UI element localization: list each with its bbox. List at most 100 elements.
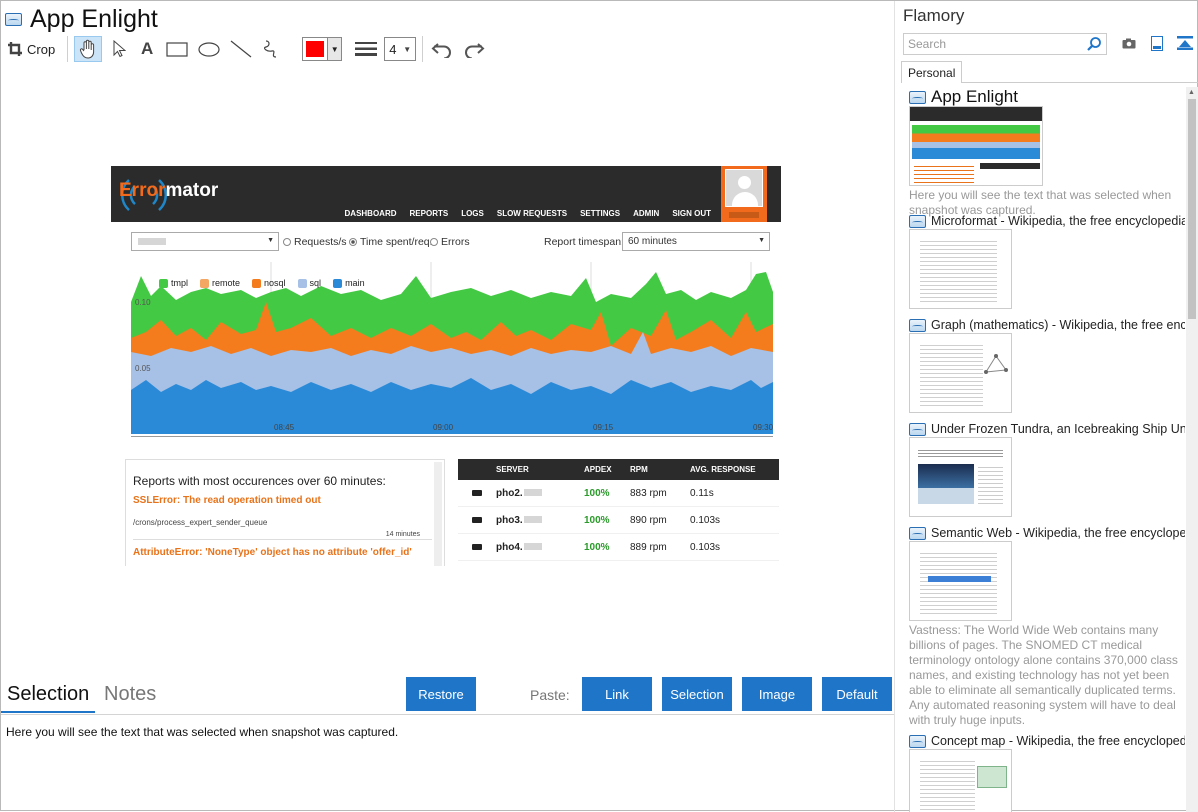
color-picker[interactable]: ▼ (302, 37, 343, 61)
freehand-tool-button[interactable] (260, 36, 282, 62)
snapshot-thumbnail (909, 333, 1012, 413)
crop-button[interactable]: Crop (7, 36, 59, 62)
crop-label: Crop (27, 41, 56, 57)
stroke-width-value: 4 (389, 41, 397, 57)
x-tick-0845: 08:45 (274, 423, 295, 432)
errormator-controls: ▼ Requests/s Time spent/req. Errors Repo… (131, 232, 771, 252)
server-icon (472, 490, 482, 496)
table-row: pho4. 100% 889 rpm 0.103s (458, 534, 779, 561)
error-count: 14 minutes (385, 531, 420, 538)
collapse-top-icon[interactable] (1177, 35, 1193, 51)
chevron-down-icon: ▼ (403, 44, 412, 54)
snapshot-image[interactable]: Errormator DASHBOARD REPORTS LOGS SLOW R… (111, 166, 781, 566)
servers-table: SERVER APDEX RPM AVG. RESPONSE pho2. 100… (458, 459, 779, 566)
nav-settings: SETTINGS (580, 209, 621, 218)
page-title: App Enlight (30, 4, 158, 33)
list-item[interactable]: Under Frozen Tundra, an Icebreaking Ship… (909, 422, 1185, 526)
rectangle-icon (166, 41, 188, 57)
error-path: /crons/process_expert_sender_queue (133, 518, 268, 527)
pencil-squiggle-icon (264, 40, 277, 58)
text-tool-button[interactable]: A (136, 36, 158, 62)
app-icon (909, 734, 926, 748)
legend-sql: sql (297, 278, 321, 288)
drawing-toolbar: Crop A ▼ 4 ▼ (7, 35, 493, 63)
nav-dashboard: DASHBOARD (344, 209, 397, 218)
avatar (721, 166, 767, 222)
radio-time-spent: Time spent/req. (349, 236, 433, 248)
list-item[interactable]: Graph (mathematics) - Wikipedia, the fre… (909, 318, 1185, 422)
redo-button[interactable] (461, 36, 487, 62)
selection-text[interactable]: Here you will see the text that was sele… (6, 725, 398, 739)
paste-image-button[interactable]: Image (742, 677, 812, 711)
stacked-area-chart (131, 262, 773, 434)
redo-icon (465, 43, 485, 58)
list-item[interactable]: Microformat - Wikipedia, the free encycl… (909, 214, 1185, 318)
nav-sign-out: SIGN OUT (672, 209, 711, 218)
rectangle-tool-button[interactable] (164, 36, 190, 62)
sidebar-title: Flamory (903, 6, 965, 25)
crop-icon (8, 42, 22, 56)
server-icon (472, 517, 482, 523)
sidebar-scrollbar[interactable]: ▲ (1186, 87, 1198, 812)
paste-selection-button[interactable]: Selection (662, 677, 732, 711)
list-item-description: Vastness: The World Wide Web contains ma… (909, 623, 1178, 727)
table-row: pho2. 100% 883 rpm 0.11s (458, 480, 779, 507)
ellipse-tool-button[interactable] (196, 36, 222, 62)
color-swatch (306, 41, 325, 57)
tab-underline (961, 82, 1198, 83)
pan-tool-button[interactable] (74, 36, 103, 62)
line-style-button[interactable] (354, 36, 378, 62)
camera-icon[interactable] (1121, 35, 1137, 51)
divider (133, 539, 432, 540)
paste-link-button[interactable]: Link (582, 677, 652, 711)
x-tick-0930: 09:30 (753, 423, 774, 432)
search-input[interactable]: Search (903, 33, 1107, 55)
tab-personal[interactable]: Personal (901, 61, 963, 83)
select-tool-button[interactable] (108, 36, 130, 62)
list-item-title: Semantic Web - Wikipedia, the free encyc… (931, 526, 1185, 540)
document-icon[interactable] (1149, 35, 1165, 51)
list-item[interactable]: Semantic Web - Wikipedia, the free encyc… (909, 526, 1185, 734)
text-tool-icon: A (141, 39, 154, 58)
list-item-title: Microformat - Wikipedia, the free encycl… (931, 214, 1185, 228)
list-item[interactable]: Concept map - Wikipedia, the free encycl… (909, 734, 1185, 812)
snapshot-thumbnail (909, 106, 1043, 186)
title-bar: App Enlight (5, 5, 158, 33)
app-icon (909, 90, 926, 104)
server-icon (472, 544, 482, 550)
nav-slow-requests: SLOW REQUESTS (496, 209, 568, 218)
flamory-sidebar: Flamory Search Personal App Enlight Here… (894, 1, 1198, 812)
tab-notes[interactable]: Notes (104, 683, 156, 706)
app-icon (909, 318, 926, 332)
list-item-title: App Enlight (931, 87, 1018, 106)
undo-button[interactable] (429, 36, 455, 62)
scrollbar-thumb[interactable] (1188, 99, 1196, 319)
snapshot-thumbnail (909, 749, 1012, 812)
restore-button[interactable]: Restore (406, 677, 476, 711)
app-icon (5, 12, 22, 26)
list-item-title: Graph (mathematics) - Wikipedia, the fre… (931, 318, 1185, 332)
toolbar-divider (67, 36, 69, 62)
app-icon (909, 422, 926, 436)
chart-legend: tmpl remote nosql sql main (159, 278, 365, 288)
error-entry: AttributeError: 'NoneType' object has no… (133, 547, 412, 558)
errormator-header: Errormator DASHBOARD REPORTS LOGS SLOW R… (111, 166, 781, 222)
errormator-logo: Errormator (119, 180, 219, 201)
stroke-width-select[interactable]: 4 ▼ (384, 37, 417, 61)
paste-default-button[interactable]: Default (822, 677, 892, 711)
chevron-up-icon[interactable]: ▲ (1188, 89, 1195, 96)
tab-selection[interactable]: Selection (0, 683, 96, 713)
table-row: pho3. 100% 890 rpm 0.103s (458, 507, 779, 534)
snapshot-thumbnail (909, 437, 1012, 517)
search-icon[interactable] (1086, 36, 1102, 52)
timespan-label: Report timespan: (544, 236, 624, 248)
line-width-icon (355, 42, 378, 56)
app-icon (909, 526, 926, 540)
line-tool-button[interactable] (228, 36, 254, 62)
snapshot-list: App Enlight Here you will see the text t… (909, 87, 1185, 812)
list-item-title: Concept map - Wikipedia, the free encycl… (931, 734, 1185, 748)
list-item[interactable]: App Enlight Here you will see the text t… (909, 87, 1185, 217)
timespan-select: 60 minutes ▼ (622, 232, 770, 251)
paste-label: Paste: (530, 687, 570, 703)
ellipse-icon (198, 41, 220, 57)
